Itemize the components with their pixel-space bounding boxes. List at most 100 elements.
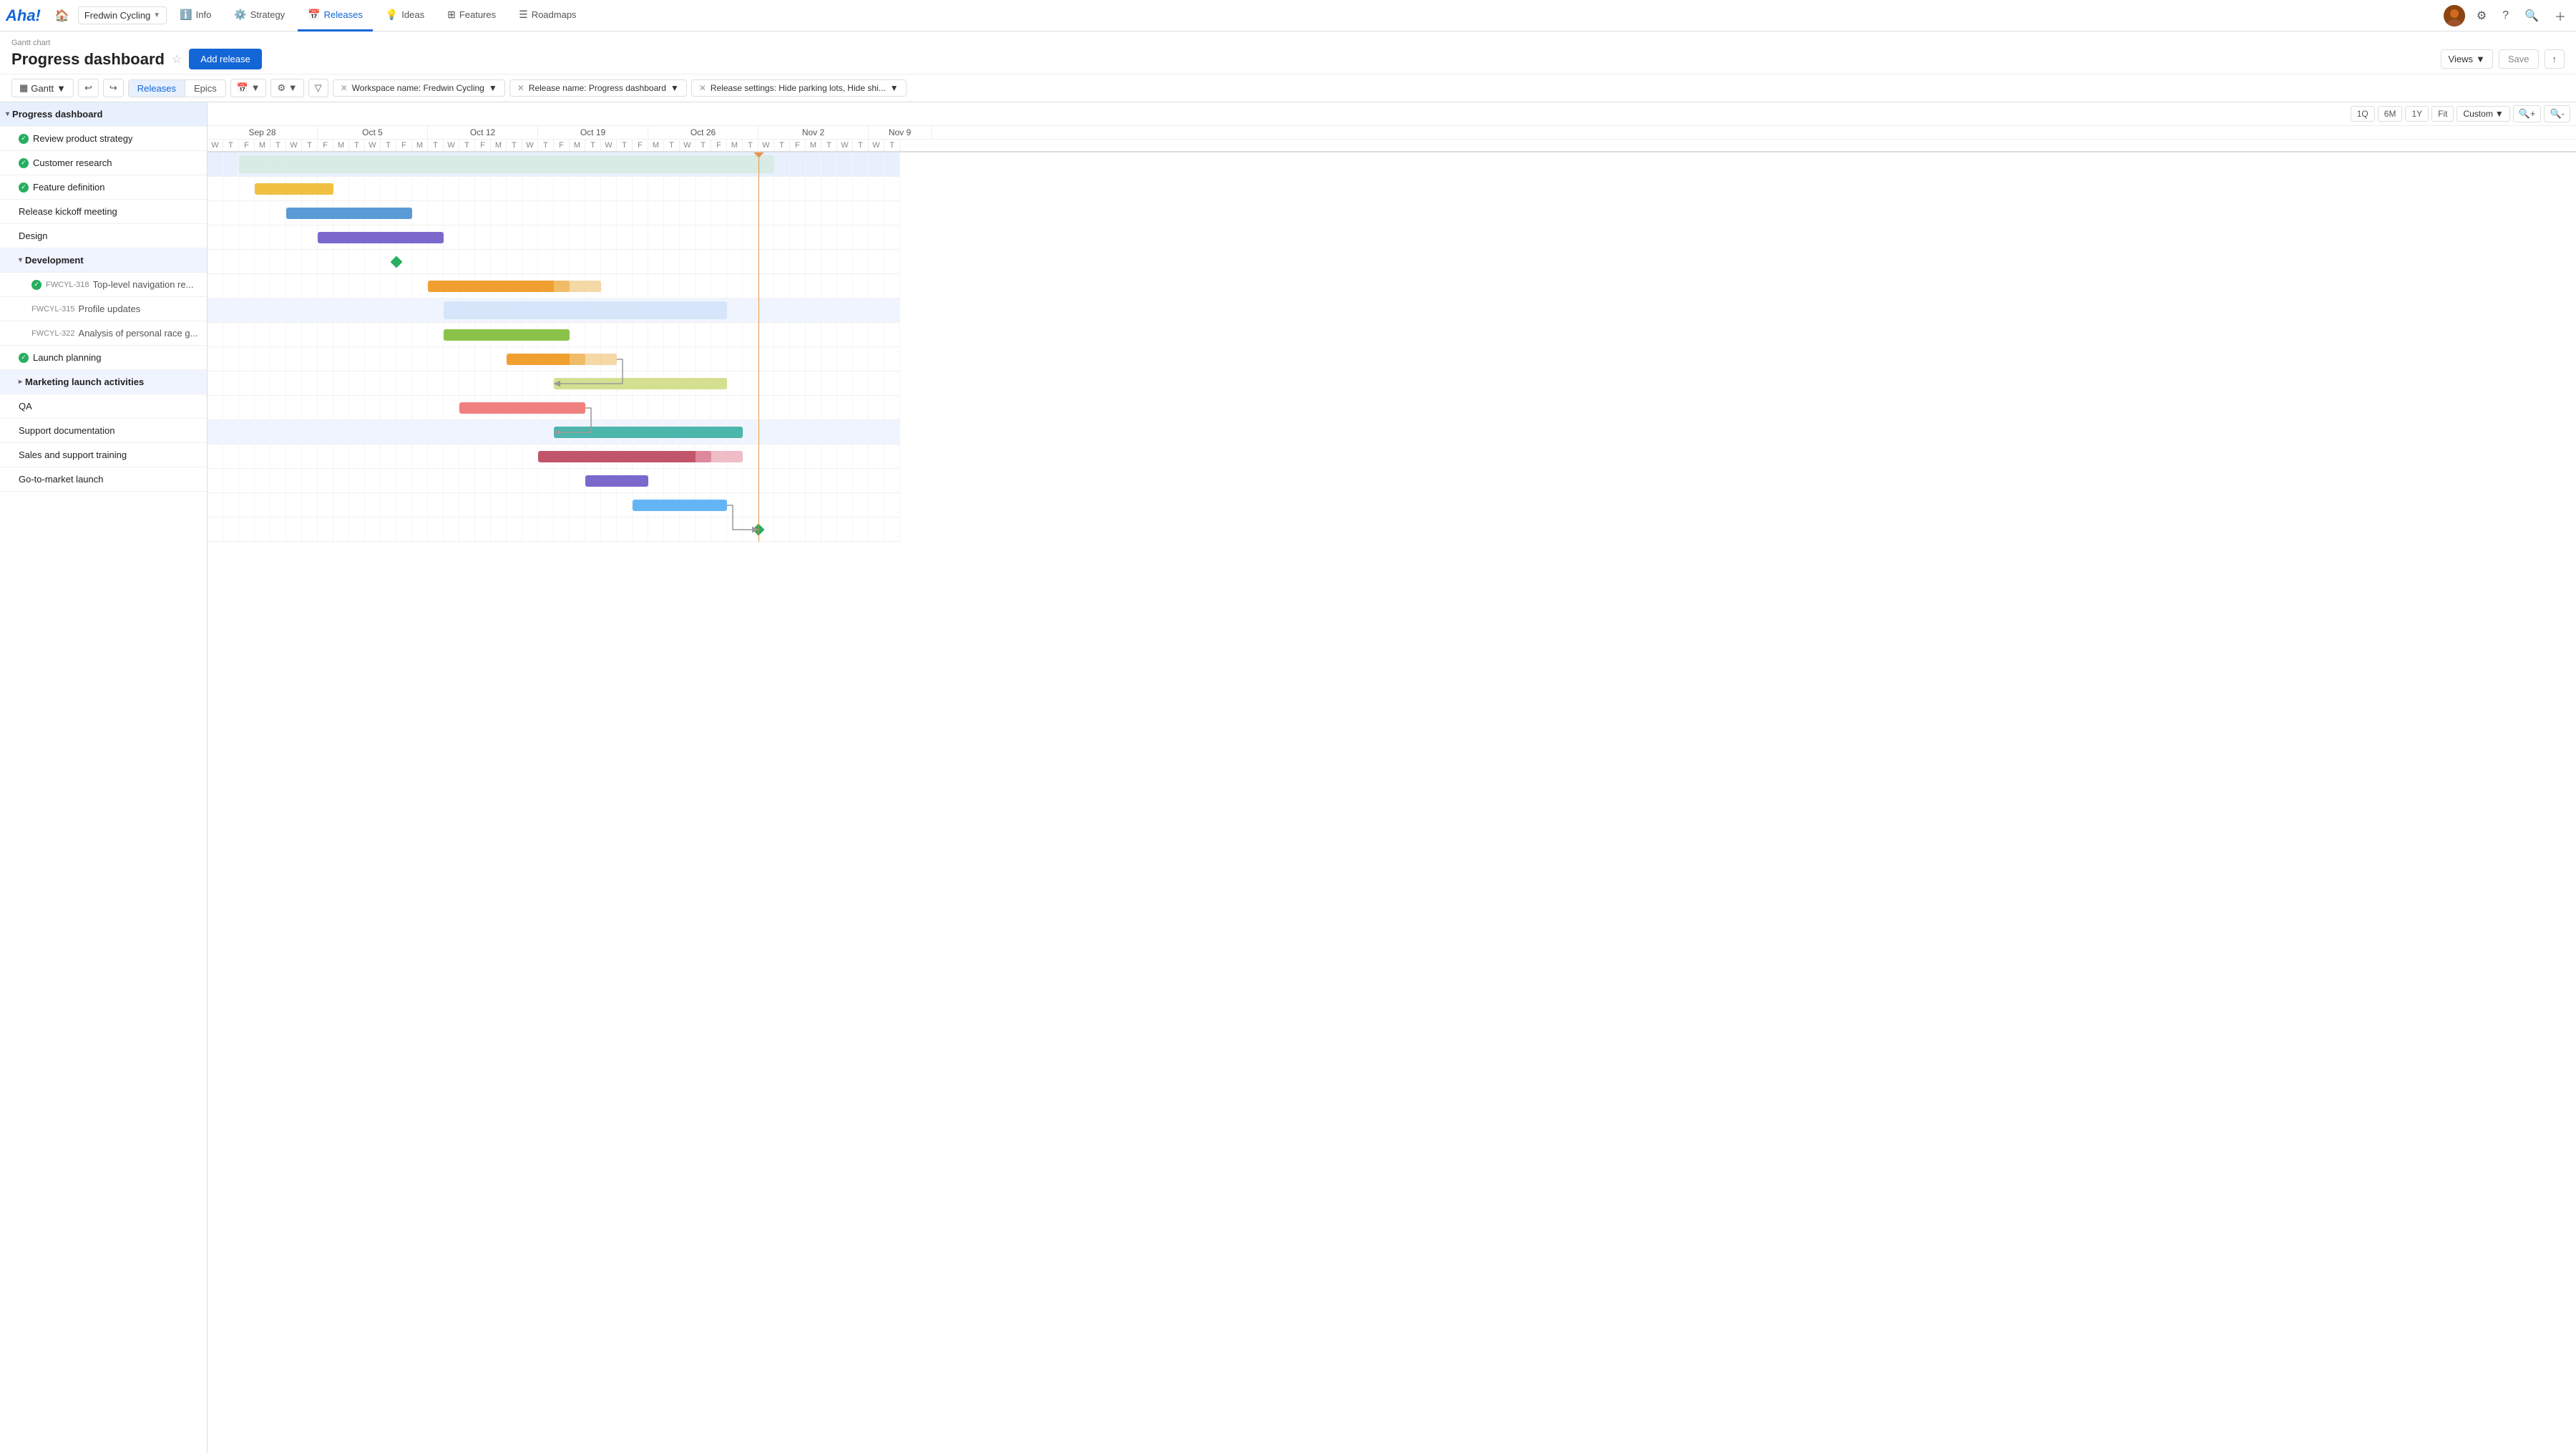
gantt-day-12: F xyxy=(396,140,412,151)
gantt-row-sales-training[interactable]: Sales and support training xyxy=(0,443,207,467)
gantt-row-release-kickoff[interactable]: Release kickoff meeting xyxy=(0,200,207,224)
gantt-day-39: T xyxy=(821,140,837,151)
row-ticket: FWCYL-318 xyxy=(46,281,89,289)
gantt-day-33: M xyxy=(727,140,743,151)
gantt-day-3: M xyxy=(255,140,270,151)
workspace-label: Fredwin Cycling xyxy=(84,10,150,21)
avatar[interactable] xyxy=(2444,5,2465,26)
expand-icon[interactable]: ▾ xyxy=(19,256,22,264)
nav-tab-roadmaps-label: Roadmaps xyxy=(532,9,577,20)
filter-chip-release[interactable]: ✕ Release name: Progress dashboard ▼ xyxy=(509,79,687,97)
export-button[interactable]: ↑ xyxy=(2545,49,2565,69)
gantt-body-row-customer-research xyxy=(208,201,900,225)
gantt-day-16: T xyxy=(459,140,475,151)
page-title-row: Progress dashboard ☆ Add release Views ▼… xyxy=(11,49,2565,69)
filter-button[interactable]: ▽ xyxy=(308,79,328,97)
gantt-right-panel[interactable]: 1Q 6M 1Y Fit Custom ▼ 🔍+ 🔍- Sep 28Oct 5O… xyxy=(208,102,2576,1453)
nav-tab-features[interactable]: ⊞ Features xyxy=(437,0,506,31)
zoom-out-button[interactable]: 🔍- xyxy=(2544,105,2570,122)
views-caret-icon: ▼ xyxy=(2476,54,2485,64)
gantt-body-row-development xyxy=(208,298,900,323)
gantt-row-qa[interactable]: QA xyxy=(0,394,207,419)
add-button[interactable]: ＋ xyxy=(2550,4,2570,27)
gantt-row-launch-planning[interactable]: ✓Launch planning xyxy=(0,346,207,370)
gantt-row-fwcyl-322[interactable]: FWCYL-322Analysis of personal race g... xyxy=(0,321,207,346)
chip-x-icon[interactable]: ✕ xyxy=(341,83,348,93)
zoom-in-button[interactable]: 🔍+ xyxy=(2513,105,2542,122)
zoom-1y[interactable]: 1Y xyxy=(2405,106,2429,122)
zoom-custom-caret: ▼ xyxy=(2495,109,2504,119)
zoom-fit[interactable]: Fit xyxy=(2431,106,2454,122)
chip-x2-icon[interactable]: ✕ xyxy=(517,83,525,93)
gantt-row-progress-dashboard[interactable]: ▾Progress dashboard xyxy=(0,102,207,127)
chip-x3-icon[interactable]: ✕ xyxy=(699,83,706,93)
gantt-row-support-docs[interactable]: Support documentation xyxy=(0,419,207,443)
gantt-body-row-release-kickoff xyxy=(208,250,900,274)
gantt-body-row-marketing-launch xyxy=(208,420,900,444)
gantt-zoom-row: 1Q 6M 1Y Fit Custom ▼ 🔍+ 🔍- xyxy=(208,102,2576,126)
settings-button[interactable]: ⚙ xyxy=(2472,6,2491,26)
save-button[interactable]: Save xyxy=(2499,49,2539,69)
expand-icon[interactable]: ▸ xyxy=(19,378,22,386)
gantt-day-26: T xyxy=(617,140,633,151)
gantt-body-row-review-product xyxy=(208,177,900,201)
gantt-day-6: T xyxy=(302,140,318,151)
add-release-button[interactable]: Add release xyxy=(189,49,261,69)
app-logo[interactable]: Aha! xyxy=(6,6,41,25)
favorite-icon[interactable]: ☆ xyxy=(172,52,182,67)
gantt-day-0: W xyxy=(208,140,223,151)
gantt-day-29: T xyxy=(664,140,680,151)
epics-toggle[interactable]: Epics xyxy=(185,80,225,97)
gantt-row-design[interactable]: Design xyxy=(0,224,207,248)
gantt-month-Oct-26: Oct 26 xyxy=(648,126,758,139)
gantt-left-panel: ▾Progress dashboard✓Review product strat… xyxy=(0,102,208,1453)
gantt-day-8: M xyxy=(333,140,349,151)
gantt-row-fwcyl-315[interactable]: FWCYL-315Profile updates xyxy=(0,297,207,321)
releases-toggle[interactable]: Releases xyxy=(129,80,185,97)
help-button[interactable]: ? xyxy=(2498,6,2513,25)
gantt-row-go-to-market[interactable]: Go-to-market launch xyxy=(0,467,207,492)
gantt-day-21: T xyxy=(538,140,554,151)
nav-tab-ideas-label: Ideas xyxy=(401,9,424,20)
gantt-row-review-product[interactable]: ✓Review product strategy xyxy=(0,127,207,151)
status-done-icon: ✓ xyxy=(31,280,42,290)
gantt-row-feature-definition[interactable]: ✓Feature definition xyxy=(0,175,207,200)
row-label: Go-to-market launch xyxy=(19,474,104,485)
row-label: Analysis of personal race g... xyxy=(79,328,198,339)
redo-button[interactable]: ↪ xyxy=(103,79,124,97)
chip-caret-icon: ▼ xyxy=(489,83,497,93)
filter-chip-workspace[interactable]: ✕ Workspace name: Fredwin Cycling ▼ xyxy=(333,79,505,97)
chip3-label: Release settings: Hide parking lots, Hid… xyxy=(711,83,886,93)
status-done-icon: ✓ xyxy=(19,158,29,168)
gantt-row-customer-research[interactable]: ✓Customer research xyxy=(0,151,207,175)
home-button[interactable]: 🏠 xyxy=(49,6,75,26)
gantt-day-43: T xyxy=(884,140,900,151)
zoom-6m[interactable]: 6M xyxy=(2378,106,2403,122)
gantt-day-38: M xyxy=(806,140,821,151)
gantt-day-41: T xyxy=(853,140,869,151)
nav-tab-info[interactable]: ℹ️ Info xyxy=(170,0,221,31)
zoom-custom[interactable]: Custom ▼ xyxy=(2457,106,2509,122)
nav-tab-strategy[interactable]: ⚙️ Strategy xyxy=(224,0,295,31)
gantt-row-fwcyl-318[interactable]: ✓ FWCYL-318 Top-level navigation re... xyxy=(0,273,207,297)
zoom-1q[interactable]: 1Q xyxy=(2351,106,2375,122)
nav-tab-ideas[interactable]: 💡 Ideas xyxy=(376,0,434,31)
gantt-day-25: W xyxy=(601,140,617,151)
filter-chip-settings[interactable]: ✕ Release settings: Hide parking lots, H… xyxy=(691,79,907,97)
settings-toolbar-button[interactable]: ⚙ ▼ xyxy=(270,79,303,97)
gantt-view-button[interactable]: ▦ Gantt ▼ xyxy=(11,79,74,97)
nav-tab-releases[interactable]: 📅 Releases xyxy=(298,0,373,31)
expand-icon[interactable]: ▾ xyxy=(6,110,9,118)
search-button[interactable]: 🔍 xyxy=(2520,6,2543,26)
workspace-selector[interactable]: Fredwin Cycling ▼ xyxy=(78,6,167,24)
page-subtitle: Gantt chart xyxy=(11,39,2565,47)
nav-tab-roadmaps[interactable]: ☰ Roadmaps xyxy=(509,0,586,31)
views-button[interactable]: Views ▼ xyxy=(2441,49,2493,69)
calendar-button[interactable]: 📅 ▼ xyxy=(230,79,267,97)
info-icon: ℹ️ xyxy=(180,9,192,21)
row-label: Top-level navigation re... xyxy=(93,279,194,290)
gantt-row-development[interactable]: ▾Development xyxy=(0,248,207,273)
gantt-row-marketing-launch[interactable]: ▸Marketing launch activities xyxy=(0,370,207,394)
undo-button[interactable]: ↩ xyxy=(78,79,99,97)
ideas-icon: 💡 xyxy=(386,9,398,21)
